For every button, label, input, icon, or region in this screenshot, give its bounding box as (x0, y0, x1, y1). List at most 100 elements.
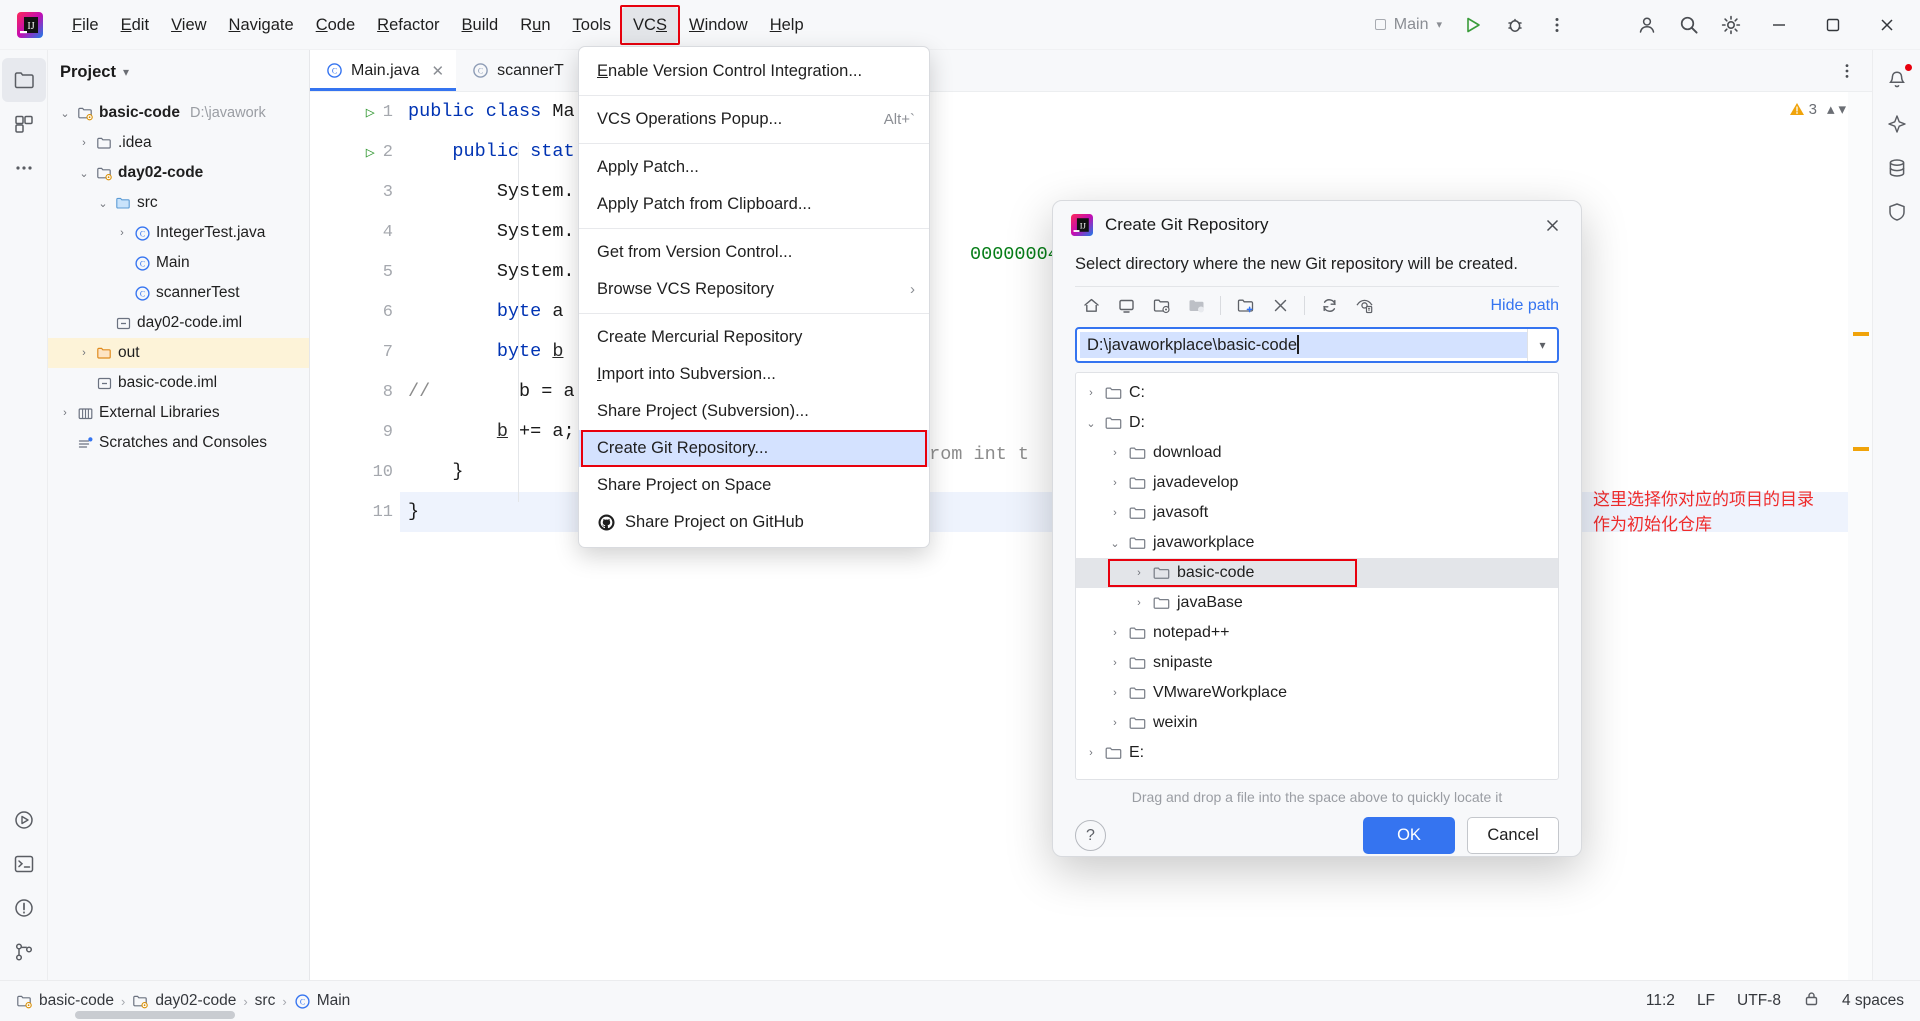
run-gutter-icon[interactable]: ▷ (366, 103, 375, 122)
breadcrumb-item[interactable]: basic-code (16, 992, 114, 1010)
hide-path-link[interactable]: Hide path (1491, 297, 1560, 315)
delete-icon[interactable] (1264, 291, 1296, 321)
warning-stripe-marker[interactable] (1853, 447, 1869, 451)
line-separator[interactable]: LF (1697, 992, 1715, 1010)
dialog-toolbar[interactable]: Hide path (1075, 286, 1559, 324)
show-hidden-icon[interactable] (1348, 291, 1380, 321)
project-tree-item[interactable]: ⌄ src (48, 188, 309, 218)
project-tree-item[interactable]: CscannerTest (48, 278, 309, 308)
inspection-widget[interactable]: 3 ▴ ▾ (1789, 100, 1846, 118)
menu-file[interactable]: File (61, 7, 110, 43)
sidebar-item-structure[interactable] (2, 102, 46, 146)
vcs-menu-item[interactable]: Apply Patch... (579, 149, 929, 186)
new-folder-icon[interactable] (1229, 291, 1261, 321)
menu-help[interactable]: Help (759, 7, 815, 43)
menu-navigate[interactable]: Navigate (218, 7, 305, 43)
chevron-down-icon[interactable]: ⌄ (1108, 537, 1122, 550)
menu-bar[interactable]: File Edit View Navigate Code Refactor Bu… (61, 0, 815, 49)
vcs-menu-item[interactable]: Enable Version Control Integration... (579, 53, 929, 90)
cancel-button[interactable]: Cancel (1467, 817, 1559, 854)
breadcrumb-item[interactable]: day02-code (132, 992, 236, 1010)
refresh-icon[interactable] (1313, 291, 1345, 321)
lock-icon[interactable] (1803, 990, 1820, 1012)
security-shield-icon[interactable] (1875, 190, 1919, 234)
sidebar-item-problems[interactable] (2, 886, 46, 930)
chevron-right-icon[interactable]: › (1108, 657, 1122, 669)
menu-refactor[interactable]: Refactor (366, 7, 450, 43)
directory-tree-item[interactable]: › javadevelop (1076, 468, 1558, 498)
directory-tree-item[interactable]: ⌄ javaworkplace (1076, 528, 1558, 558)
chevron-down-icon[interactable]: ⌄ (96, 197, 110, 210)
run-button[interactable] (1452, 4, 1494, 46)
chevron-right-icon[interactable]: › (115, 227, 129, 239)
chevron-down-icon[interactable]: ⌄ (77, 167, 91, 180)
chevron-right-icon[interactable]: › (1108, 507, 1122, 519)
menu-window[interactable]: Window (678, 7, 759, 43)
vcs-menu-item[interactable]: Apply Patch from Clipboard... (579, 186, 929, 223)
chevron-down-icon[interactable]: ▾ (1527, 329, 1557, 361)
project-tree-item[interactable]: ⌄ day02-code (48, 158, 309, 188)
project-tree-item[interactable]: C Main (48, 248, 309, 278)
ai-assistant-icon[interactable] (1875, 102, 1919, 146)
project-tree-item[interactable]: › C IntegerTest.java (48, 218, 309, 248)
desktop-icon[interactable] (1110, 291, 1142, 321)
maximize-button[interactable] (1806, 1, 1860, 49)
ok-button[interactable]: OK (1363, 817, 1455, 854)
chevron-right-icon[interactable]: › (1132, 567, 1146, 579)
directory-tree-item[interactable]: › snipaste (1076, 648, 1558, 678)
chevron-right-icon[interactable]: › (77, 347, 91, 359)
project-tree-item[interactable]: › out (48, 338, 309, 368)
chevron-down-icon[interactable]: ▾ (123, 65, 129, 79)
vcs-menu-item[interactable]: VCS Operations Popup... Alt+` (579, 101, 929, 138)
chevron-right-icon[interactable]: › (1108, 687, 1122, 699)
menu-edit[interactable]: Edit (110, 7, 160, 43)
account-button[interactable] (1626, 4, 1668, 46)
chevron-right-icon[interactable]: › (1108, 717, 1122, 729)
database-icon[interactable] (1875, 146, 1919, 190)
indent-setting[interactable]: 4 spaces (1842, 992, 1904, 1010)
directory-tree-item[interactable]: ⌄ D: (1076, 408, 1558, 438)
project-tree-item[interactable]: day02-code.iml (48, 308, 309, 338)
vcs-menu-item[interactable]: Share Project on Space (579, 467, 929, 504)
vcs-dropdown-menu[interactable]: Enable Version Control Integration... VCS… (578, 46, 930, 548)
warning-stripe-marker[interactable] (1853, 332, 1869, 336)
vcs-menu-item[interactable]: Create Git Repository... (579, 430, 929, 467)
directory-tree-item[interactable]: › javaBase (1076, 588, 1558, 618)
gear-icon[interactable] (1710, 4, 1752, 46)
chevron-right-icon[interactable]: › (1084, 387, 1098, 399)
vcs-menu-item[interactable]: Share Project (Subversion)... (579, 393, 929, 430)
project-tree-item[interactable]: › External Libraries (48, 398, 309, 428)
directory-tree[interactable]: › C: ⌄ D: › download › javadevelop › javasoft ⌄ jav… (1075, 372, 1559, 780)
chevron-right-icon[interactable]: › (1132, 597, 1146, 609)
vcs-menu-item[interactable]: Create Mercurial Repository (579, 319, 929, 356)
home-icon[interactable] (1075, 291, 1107, 321)
chevron-right-icon[interactable]: › (1108, 477, 1122, 489)
help-button[interactable]: ? (1075, 820, 1106, 851)
horizontal-scrollbar[interactable] (75, 1011, 235, 1019)
close-icon[interactable]: ✕ (431, 62, 444, 80)
chevron-down-icon[interactable]: ▾ (1838, 100, 1846, 118)
menu-run[interactable]: Run (509, 7, 561, 43)
chevron-up-icon[interactable]: ▴ (1827, 100, 1835, 118)
menu-tools[interactable]: Tools (562, 7, 623, 43)
caret-position[interactable]: 11:2 (1646, 992, 1675, 1010)
path-input-field[interactable]: D:\javaworkplace\basic-code ▾ (1075, 327, 1559, 363)
sidebar-item-run[interactable] (2, 798, 46, 842)
editor-gutter[interactable]: ▷ 1 ▷ 2 3 4 5 6 7 8 9 10 11 (310, 92, 400, 980)
run-configuration-selector[interactable]: Main ▾ (1365, 8, 1452, 42)
breadcrumb-item[interactable]: C Main (294, 992, 350, 1010)
menu-code[interactable]: Code (305, 7, 366, 43)
project-tree[interactable]: ⌄ basic-code D:\javawork › .idea ⌄ day02-code ⌄… (48, 94, 309, 458)
run-gutter-icon[interactable]: ▷ (366, 143, 375, 162)
close-icon[interactable] (1537, 210, 1567, 240)
directory-tree-item[interactable]: › C: (1076, 378, 1558, 408)
chevron-down-icon[interactable]: ⌄ (58, 107, 72, 120)
chevron-down-icon[interactable]: ⌄ (1084, 417, 1098, 430)
editor-analysis-stripe[interactable] (1848, 92, 1872, 980)
vcs-menu-item[interactable]: Import into Subversion... (579, 356, 929, 393)
chevron-right-icon[interactable]: › (1084, 747, 1098, 759)
vcs-menu-item[interactable]: Get from Version Control... (579, 234, 929, 271)
directory-tree-item[interactable]: › javasoft (1076, 498, 1558, 528)
breadcrumb-item[interactable]: src (255, 992, 276, 1010)
directory-tree-item[interactable]: › basic-code (1076, 558, 1558, 588)
